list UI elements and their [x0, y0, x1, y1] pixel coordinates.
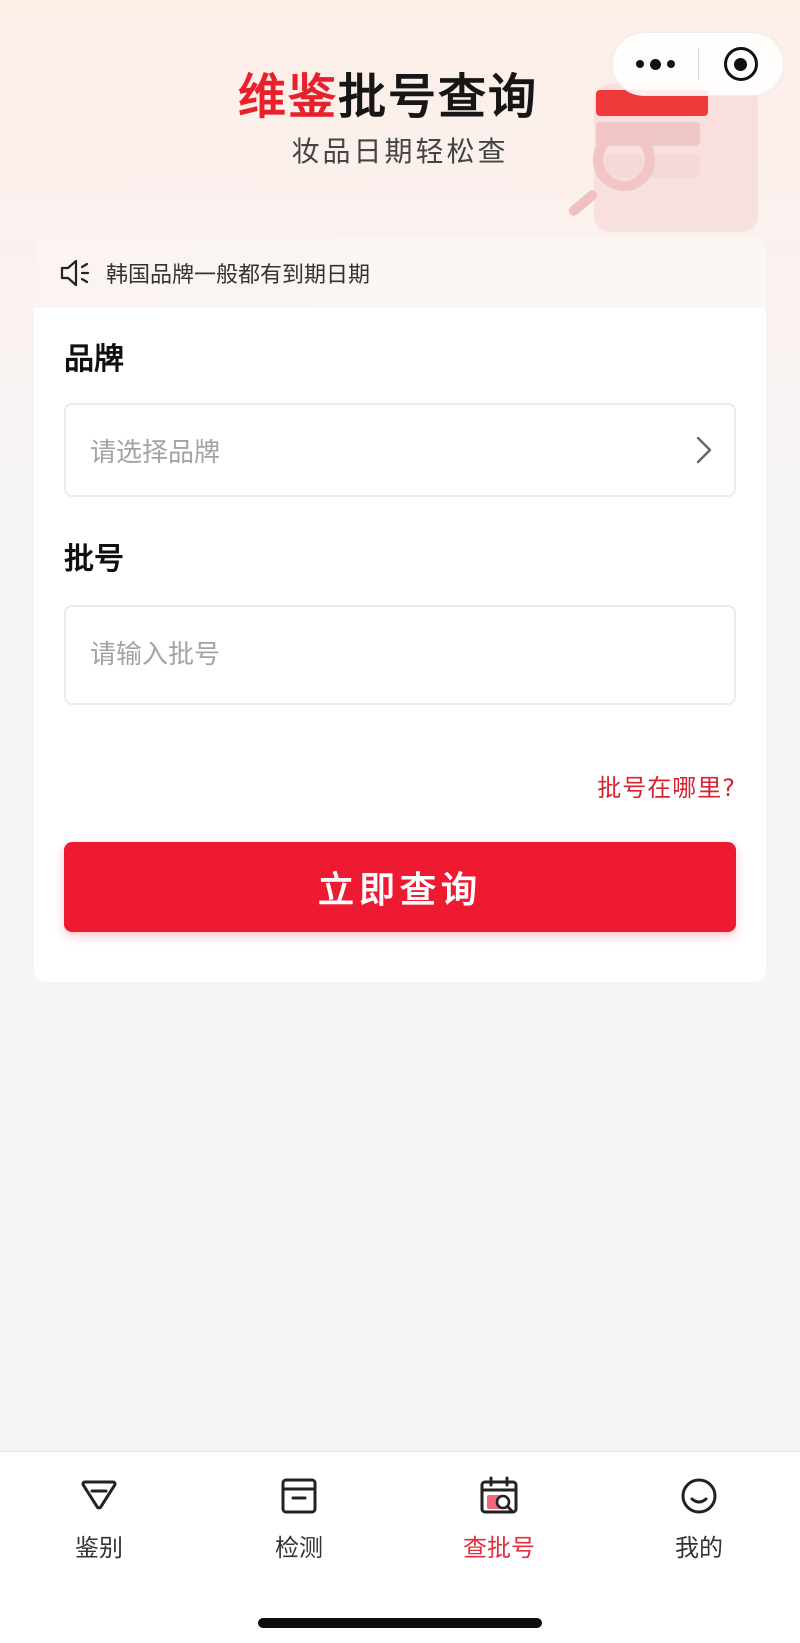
- query-submit-button[interactable]: 立即查询: [64, 842, 736, 932]
- archive-box-icon: [281, 1478, 317, 1514]
- more-button[interactable]: [613, 32, 698, 96]
- tab-batch-query[interactable]: 查批号: [429, 1474, 569, 1574]
- more-dots-icon: [636, 58, 675, 70]
- chevron-right-icon: [696, 436, 712, 464]
- tab-label: 我的: [675, 1534, 723, 1562]
- tab-mine[interactable]: 我的: [629, 1474, 769, 1574]
- batch-input-wrapper: [64, 605, 736, 705]
- title-brand: 维鉴: [238, 69, 339, 125]
- page-title: 维鉴 批号查询: [238, 62, 538, 125]
- mini-program-capsule: [612, 32, 784, 96]
- brand-placeholder: 请选择品牌: [90, 437, 221, 468]
- calendar-search-icon: [480, 1476, 518, 1514]
- notice-text: 韩国品牌一般都有到期日期: [106, 263, 371, 288]
- tab-label: 鉴别: [75, 1534, 123, 1562]
- diamond-icon: [81, 1480, 117, 1510]
- batch-label: 批号: [64, 542, 124, 577]
- query-card: 韩国品牌一般都有到期日期 品牌 请选择品牌 批号 批号在哪里? 立即查询: [34, 238, 766, 982]
- batch-input[interactable]: [90, 640, 734, 670]
- tab-label: 检测: [275, 1534, 323, 1562]
- notice-bar: 韩国品牌一般都有到期日期: [34, 238, 766, 308]
- tab-authenticate[interactable]: 鉴别: [29, 1474, 169, 1574]
- title-main: 批号查询: [338, 69, 539, 125]
- close-button[interactable]: [699, 32, 783, 96]
- home-indicator: [258, 1618, 542, 1628]
- tab-inspect[interactable]: 检测: [229, 1474, 369, 1574]
- brand-label: 品牌: [64, 342, 124, 377]
- brand-select[interactable]: 请选择品牌: [64, 403, 736, 497]
- speaker-icon: [60, 259, 90, 287]
- smiley-face-icon: [681, 1478, 717, 1514]
- target-circle-icon: [723, 47, 758, 81]
- page-subtitle: 妆品日期轻松查: [291, 135, 509, 168]
- tab-label: 查批号: [463, 1534, 535, 1562]
- bottom-tab-bar: 鉴别 检测 查批号 我的: [0, 1451, 800, 1643]
- batch-help-link[interactable]: 批号在哪里?: [597, 768, 736, 803]
